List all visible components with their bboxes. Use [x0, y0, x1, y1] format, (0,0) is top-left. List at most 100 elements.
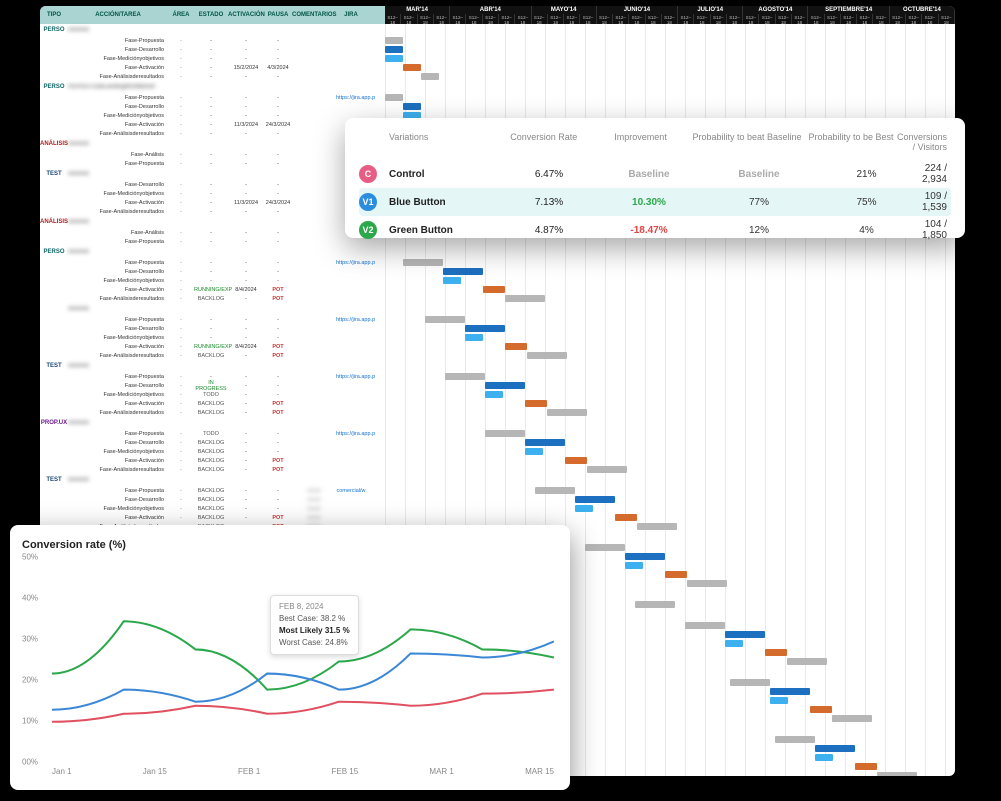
gantt-bar[interactable] [525, 448, 543, 455]
task-row[interactable]: Fase-Análisisderesultados---- [40, 207, 385, 216]
gantt-bar[interactable] [787, 658, 827, 665]
gantt-bar[interactable] [665, 571, 687, 578]
task-row[interactable]: Fase-Desarrollo-IN PROGRESS-- [40, 381, 385, 390]
gantt-bar[interactable] [635, 601, 675, 608]
task-group-header[interactable]: TESTxxxxxxx [40, 168, 385, 180]
task-row[interactable]: Fase-Activación--15/2/20244/3/2024 [40, 63, 385, 72]
task-row[interactable]: Fase-Desarrollo---- [40, 267, 385, 276]
gantt-bar[interactable] [527, 352, 567, 359]
gantt-bar[interactable] [730, 679, 770, 686]
task-jira-link[interactable]: https://jira.app.p [336, 95, 366, 101]
gantt-bar[interactable] [832, 715, 872, 722]
gantt-bar[interactable] [385, 94, 403, 101]
gantt-bar[interactable] [465, 325, 505, 332]
ab-row[interactable]: CControl6.47%BaselineBaseline21%224 / 2,… [359, 160, 951, 188]
gantt-bar[interactable] [877, 772, 917, 776]
task-row[interactable]: Fase-Mediciónyobjetivos-BACKLOG-- [40, 447, 385, 456]
task-row[interactable]: Fase-Propuesta---- [40, 237, 385, 246]
gantt-bar[interactable] [403, 64, 421, 71]
gantt-bar[interactable] [385, 46, 403, 53]
gantt-bar[interactable] [625, 553, 665, 560]
task-group-header[interactable]: TESTxxxxxxx [40, 474, 385, 486]
task-row[interactable]: Fase-Desarrollo---- [40, 180, 385, 189]
task-group-header[interactable]: PERSOPERSO-ClubLandingMGMBevel: [40, 81, 385, 93]
task-row[interactable]: Fase-Propuesta----https://jira.app.p [40, 93, 385, 102]
gantt-bar[interactable] [465, 334, 483, 341]
gantt-bar[interactable] [770, 697, 788, 704]
gantt-bar[interactable] [725, 640, 743, 647]
task-row[interactable]: Fase-Análisisderesultados---- [40, 72, 385, 81]
gantt-bar[interactable] [765, 649, 787, 656]
task-row[interactable]: Fase-Análisis---- [40, 150, 385, 159]
task-row[interactable]: Fase-Mediciónyobjetivos-TODO-- [40, 390, 385, 399]
task-row[interactable]: Fase-Mediciónyobjetivos---- [40, 333, 385, 342]
task-row[interactable]: Fase-Activación--11/3/202424/3/2024 [40, 198, 385, 207]
gantt-bar[interactable] [575, 496, 615, 503]
task-row[interactable]: Fase-Propuesta----https://jira.app.p [40, 315, 385, 324]
task-row[interactable]: Fase-Propuesta---- [40, 159, 385, 168]
task-row[interactable]: Fase-Mediciónyobjetivos-BACKLOG--xxxxx [40, 504, 385, 513]
task-row[interactable]: Fase-Desarrollo-BACKLOG-- [40, 438, 385, 447]
gantt-bar[interactable] [485, 430, 525, 437]
task-row[interactable]: Fase-Desarrollo---- [40, 324, 385, 333]
task-row[interactable]: Fase-Mediciónyobjetivos---- [40, 54, 385, 63]
task-jira-link[interactable]: comercial/w [336, 488, 366, 494]
gantt-bar[interactable] [403, 103, 421, 110]
task-group-header[interactable]: PROP.UXxxxxxxx [40, 417, 385, 429]
task-row[interactable]: Fase-Análisisderesultados---- [40, 129, 385, 138]
task-row[interactable]: Fase-Activación-RUNNING/EXP8/4/2024POT [40, 285, 385, 294]
task-row[interactable]: Fase-Mediciónyobjetivos---- [40, 276, 385, 285]
gantt-bar[interactable] [815, 745, 855, 752]
task-row[interactable]: Fase-Desarrollo-BACKLOG--xxxxx [40, 495, 385, 504]
gantt-bar[interactable] [425, 316, 465, 323]
gantt-bar[interactable] [445, 373, 485, 380]
task-jira-link[interactable]: https://jira.app.p [336, 431, 366, 437]
task-row[interactable]: Fase-Desarrollo---- [40, 102, 385, 111]
gantt-bar[interactable] [810, 706, 832, 713]
ab-row[interactable]: V2Green Button4.87%-18.47%12%4%104 / 1,8… [359, 216, 951, 244]
task-group-header[interactable]: PERSOxxxxxxx [40, 24, 385, 36]
task-row[interactable]: Fase-Análisis---- [40, 228, 385, 237]
gantt-bar[interactable] [443, 277, 461, 284]
task-row[interactable]: Fase-Propuesta-TODO--https://jira.app.p [40, 429, 385, 438]
task-row[interactable]: Fase-Propuesta---- [40, 36, 385, 45]
task-row[interactable]: Fase-Desarrollo---- [40, 45, 385, 54]
gantt-bar[interactable] [585, 544, 625, 551]
gantt-bar[interactable] [775, 736, 815, 743]
gantt-bar[interactable] [525, 400, 547, 407]
gantt-bar[interactable] [505, 295, 545, 302]
gantt-bar[interactable] [535, 487, 575, 494]
task-row[interactable]: Fase-Mediciónyobjetivos---- [40, 189, 385, 198]
gantt-bar[interactable] [485, 391, 503, 398]
task-jira-link[interactable]: https://jira.app.p [336, 374, 366, 380]
gantt-bar[interactable] [575, 505, 593, 512]
gantt-bar[interactable] [855, 763, 877, 770]
gantt-bar[interactable] [505, 343, 527, 350]
task-row[interactable]: Fase-Análisisderesultados-BACKLOG-POT [40, 465, 385, 474]
task-row[interactable]: Fase-Activación--11/3/202424/3/2024 [40, 120, 385, 129]
gantt-bar[interactable] [421, 73, 439, 80]
task-row[interactable]: Fase-Activación-RUNNING/EXP8/4/2024POT [40, 342, 385, 351]
ab-row[interactable]: V1Blue Button7.13%10.30%77%75%109 / 1,53… [359, 188, 951, 216]
task-row[interactable]: Fase-Análisisderesultados-BACKLOG-POT [40, 351, 385, 360]
task-group-header[interactable]: xxxxxxx [40, 303, 385, 315]
gantt-bar[interactable] [525, 439, 565, 446]
gantt-bar[interactable] [685, 622, 725, 629]
gantt-bar[interactable] [687, 580, 727, 587]
task-jira-link[interactable]: https://jira.app.p [336, 260, 366, 266]
gantt-bar[interactable] [815, 754, 833, 761]
task-row[interactable]: Fase-Activación-BACKLOG-POTxxxxx [40, 513, 385, 522]
gantt-bar[interactable] [770, 688, 810, 695]
gantt-bar[interactable] [625, 562, 643, 569]
task-row[interactable]: Fase-Mediciónyobjetivos---- [40, 111, 385, 120]
task-group-header[interactable]: ANÁLISISxxxxxxx [40, 216, 385, 228]
task-row[interactable]: Fase-Análisisderesultados-BACKLOG-POT [40, 294, 385, 303]
task-group-header[interactable]: PERSOxxxxxxx [40, 246, 385, 258]
task-row[interactable]: Fase-Análisisderesultados-BACKLOG-POT [40, 408, 385, 417]
gantt-bar[interactable] [403, 259, 443, 266]
gantt-bar[interactable] [725, 631, 765, 638]
gantt-bar[interactable] [385, 55, 403, 62]
gantt-bar[interactable] [565, 457, 587, 464]
task-row[interactable]: Fase-Activación-BACKLOG-POT [40, 456, 385, 465]
task-group-header[interactable]: ANÁLISISxxxxxxx [40, 138, 385, 150]
